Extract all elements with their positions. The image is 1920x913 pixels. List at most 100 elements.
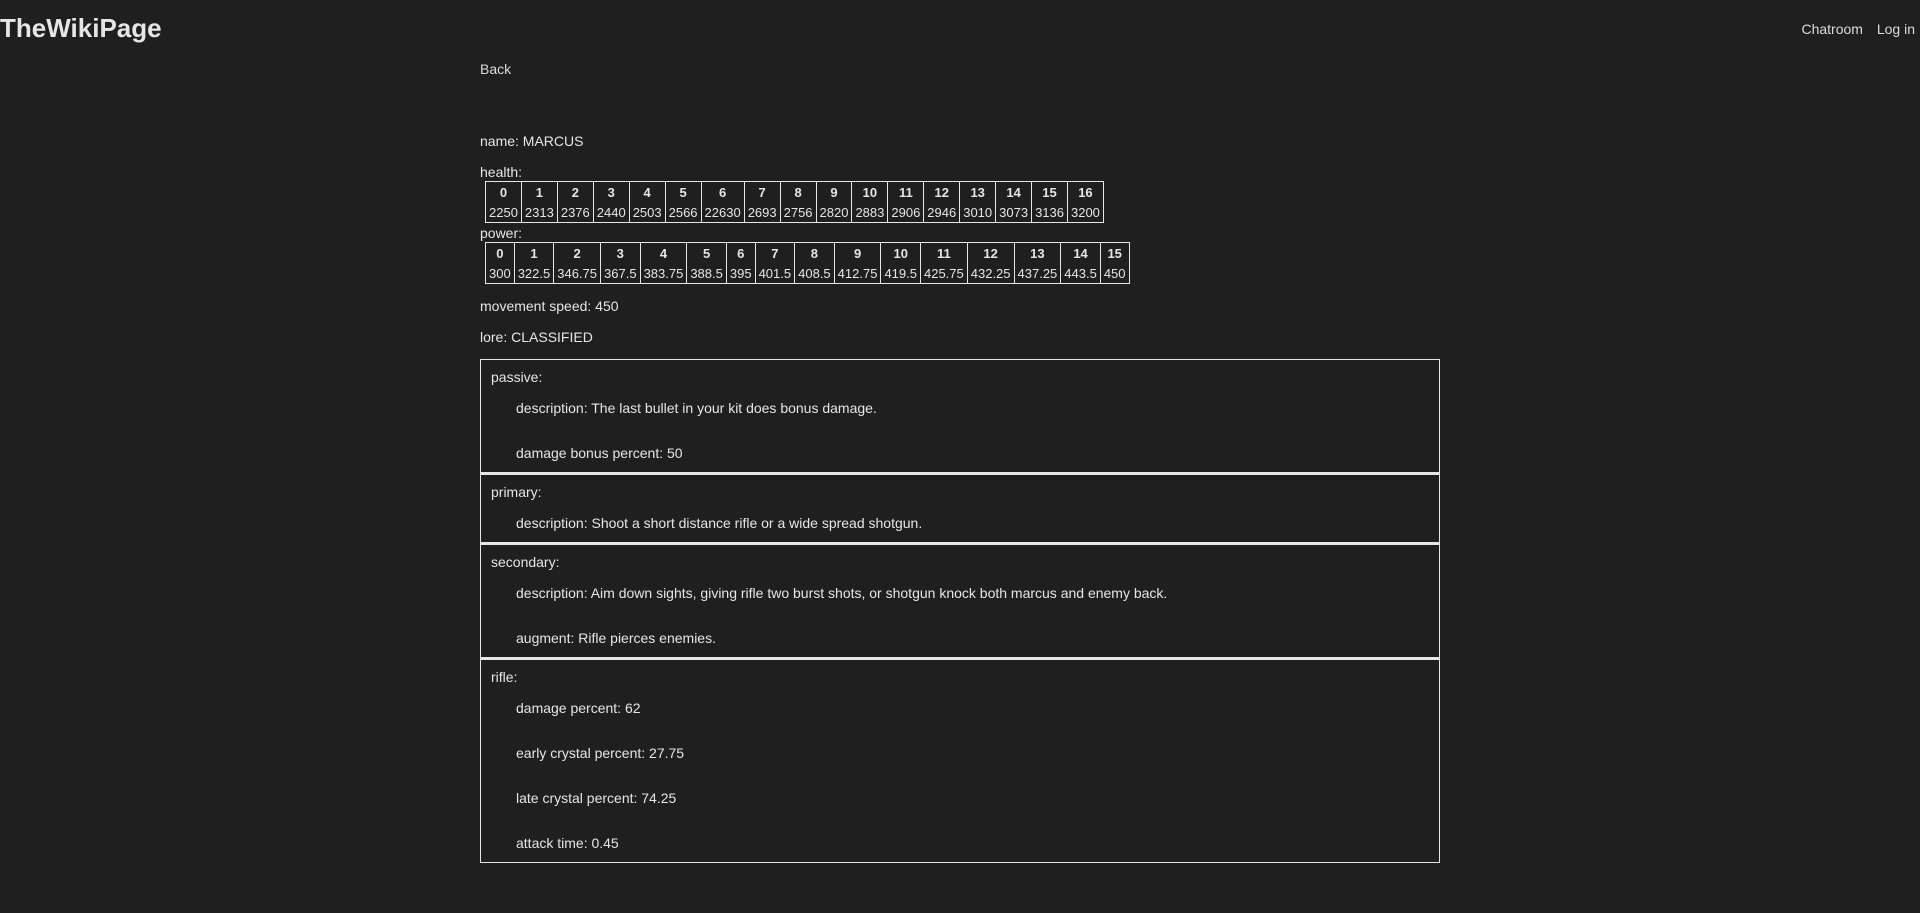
ability-property: damage bonus percent: 50 [516, 445, 683, 461]
power-level-cell: 1 [513, 242, 555, 263]
power-value-cell: 419.5 [880, 263, 921, 284]
health-level-cell: 16 [1066, 181, 1104, 202]
power-value-cell: 322.5 [513, 263, 555, 284]
health-value-cell: 3073 [995, 202, 1033, 223]
health-level-cell: 6 [700, 181, 745, 202]
ability-property: late crystal percent: 74.25 [516, 790, 677, 806]
health-level-cell: 8 [779, 181, 817, 202]
site-title[interactable]: TheWikiPage [0, 13, 162, 43]
power-level-cell: 15 [1099, 242, 1130, 263]
top-bar: TheWikiPage Chatroom Log in [0, 0, 1920, 56]
power-level-cell: 0 [485, 242, 515, 263]
health-value-cell: 3200 [1066, 202, 1104, 223]
power-value-cell: 437.25 [1013, 263, 1062, 284]
power-value-cell: 432.25 [966, 263, 1015, 284]
power-level-cell: 9 [833, 242, 882, 263]
power-value-cell: 401.5 [754, 263, 796, 284]
nav-login-link[interactable]: Log in [1877, 21, 1915, 37]
power-level-cell: 6 [725, 242, 756, 263]
power-value-cell: 395 [725, 263, 756, 284]
health-level-cell: 3 [592, 181, 630, 202]
health-value-cell: 2440 [592, 202, 630, 223]
health-value-cell: 2566 [664, 202, 702, 223]
ability-panel: secondary: description: Aim down sights, … [480, 543, 1440, 658]
health-label: health: [480, 164, 523, 180]
ability-property: attack time: 0.45 [516, 835, 619, 851]
power-level-cell: 8 [794, 242, 835, 263]
power-level-cell: 2 [553, 242, 602, 263]
ability-title: primary: [491, 484, 542, 500]
ability-panel: primary: description: Shoot a short dista… [480, 473, 1440, 543]
power-level-cell: 5 [686, 242, 727, 263]
ability-property: early crystal percent: 27.75 [516, 745, 685, 761]
health-level-cell: 2 [556, 181, 594, 202]
power-value-cell: 346.75 [553, 263, 602, 284]
health-value-cell: 22630 [700, 202, 745, 223]
health-level-cell: 0 [485, 181, 522, 202]
health-value-cell: 2883 [851, 202, 889, 223]
health-value-cell: 2756 [779, 202, 817, 223]
health-level-cell: 14 [995, 181, 1033, 202]
health-value-cell: 2820 [815, 202, 853, 223]
lore: lore: CLASSIFIED [480, 329, 593, 345]
health-value-cell: 2313 [520, 202, 558, 223]
health-value-cell: 2906 [887, 202, 925, 223]
power-table: 0 1 2 3 4 5 6 7 8 9 10 11 12 13 14 15 300 322.5 346.75 367… [485, 242, 1130, 284]
health-level-cell: 11 [887, 181, 925, 202]
ability-property: description: Shoot a short distance rifl… [516, 515, 923, 531]
health-level-cell: 7 [743, 181, 781, 202]
health-level-cell: 15 [1031, 181, 1068, 202]
power-level-cell: 3 [600, 242, 641, 263]
power-level-cell: 11 [919, 242, 968, 263]
power-level-cell: 7 [754, 242, 796, 263]
ability-panel: rifle: damage percent: 62 early crystal pe… [480, 658, 1440, 863]
health-level-cell: 13 [959, 181, 997, 202]
health-value-cell: 3136 [1031, 202, 1068, 223]
health-value-cell: 2693 [743, 202, 781, 223]
ability-property: description: The last bullet in your kit… [516, 400, 877, 416]
nav-chatroom-link[interactable]: Chatroom [1801, 21, 1862, 37]
power-level-cell: 10 [880, 242, 921, 263]
back-link[interactable]: Back [480, 60, 511, 78]
health-level-cell: 1 [520, 181, 558, 202]
ability-property: augment: Rifle pierces enemies. [516, 630, 716, 646]
character-name: name: MARCUS [480, 133, 584, 149]
health-level-cell: 12 [923, 181, 961, 202]
power-value-cell: 425.75 [919, 263, 968, 284]
power-level-cell: 13 [1013, 242, 1062, 263]
power-value-cell: 300 [485, 263, 515, 284]
abilities-list: passive: description: The last bullet in … [480, 359, 1440, 863]
power-value-cell: 367.5 [600, 263, 641, 284]
health-value-cell: 2250 [485, 202, 522, 223]
power-value-row: 300 322.5 346.75 367.5 383.75 388.5 395 401.5 40… [485, 263, 1130, 284]
power-value-cell: 412.75 [833, 263, 882, 284]
ability-title: secondary: [491, 554, 560, 570]
ability-title: passive: [491, 369, 543, 385]
health-table: 0 1 2 3 4 5 6 7 8 9 10 11 12 13 14 15 16 2250 2313 2376 244… [485, 181, 1104, 223]
ability-title: rifle: [491, 669, 518, 685]
health-level-row: 0 1 2 3 4 5 6 7 8 9 10 11 12 13 14 15 16 [485, 181, 1104, 202]
power-level-cell: 14 [1060, 242, 1101, 263]
power-value-cell: 383.75 [639, 263, 688, 284]
power-level-cell: 4 [639, 242, 688, 263]
health-value-cell: 3010 [959, 202, 997, 223]
power-value-cell: 388.5 [686, 263, 727, 284]
power-level-cell: 12 [966, 242, 1015, 263]
health-value-cell: 2376 [556, 202, 594, 223]
health-level-cell: 9 [815, 181, 853, 202]
health-value-row: 2250 2313 2376 2440 2503 2566 22630 2693 2756 282… [485, 202, 1104, 223]
health-value-cell: 2946 [923, 202, 961, 223]
health-level-cell: 5 [664, 181, 702, 202]
power-value-cell: 450 [1099, 263, 1130, 284]
power-label: power: [480, 225, 523, 241]
health-value-cell: 2503 [628, 202, 666, 223]
movement-speed: movement speed: 450 [480, 298, 619, 314]
top-nav: Chatroom Log in [1791, 21, 1915, 37]
ability-property: damage percent: 62 [516, 700, 641, 716]
main-content: Back name: MARCUS health: 0 1 2 3 4 5 6 7 8 9 10 11… [480, 60, 1440, 863]
power-level-row: 0 1 2 3 4 5 6 7 8 9 10 11 12 13 14 15 [485, 242, 1130, 263]
health-level-cell: 10 [851, 181, 889, 202]
health-level-cell: 4 [628, 181, 666, 202]
power-value-cell: 408.5 [794, 263, 835, 284]
ability-panel: passive: description: The last bullet in … [480, 359, 1440, 473]
